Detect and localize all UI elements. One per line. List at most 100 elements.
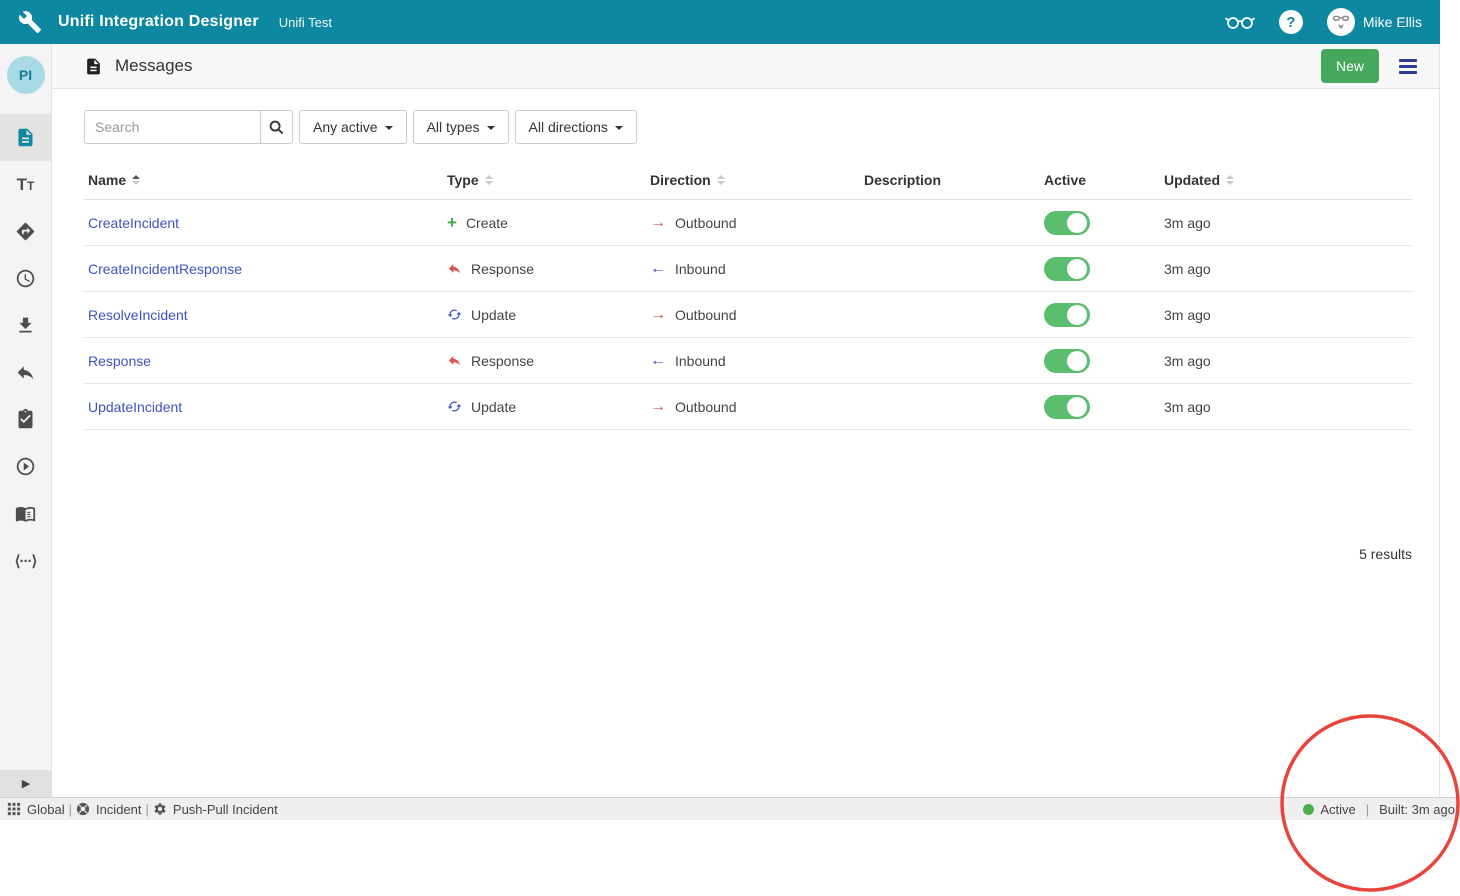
direction-label: Outbound (675, 307, 737, 323)
column-header-type[interactable]: Type (443, 172, 646, 188)
sidebar-item-directions[interactable] (0, 208, 52, 255)
sync-icon (447, 399, 462, 414)
help-icon[interactable]: ? (1279, 10, 1303, 34)
active-toggle[interactable] (1044, 211, 1090, 235)
incident-icon (76, 802, 90, 816)
workspace-name[interactable]: Unifi Test (279, 15, 332, 30)
type-label: Create (466, 215, 508, 231)
main-content: Messages New Any active All types (52, 44, 1440, 797)
updated-cell: 3m ago (1160, 399, 1412, 415)
type-cell: Update (443, 307, 646, 323)
status-label: Active (1320, 802, 1355, 817)
scope-indicator[interactable]: Global (7, 802, 65, 817)
status-dot-icon (1303, 804, 1314, 815)
updated-cell: 3m ago (1160, 215, 1412, 231)
column-header-direction[interactable]: Direction (646, 172, 860, 188)
plus-icon: + (447, 214, 457, 231)
type-filter-dropdown[interactable]: All types (413, 110, 509, 144)
new-button[interactable]: New (1321, 49, 1379, 83)
active-toggle[interactable] (1044, 349, 1090, 373)
sidebar-expand-button[interactable]: ▶ (0, 770, 52, 797)
user-menu[interactable]: Mike Ellis (1327, 8, 1422, 36)
chevron-down-icon (487, 126, 495, 130)
table-row: CreateIncidentResponse Response ← Inboun… (84, 246, 1412, 292)
direction-label: Outbound (675, 399, 737, 415)
sort-icon (1226, 175, 1234, 185)
message-name-link[interactable]: CreateIncidentResponse (88, 261, 242, 277)
top-bar: Unifi Integration Designer Unifi Test ? (0, 0, 1440, 44)
chevron-down-icon (615, 126, 623, 130)
separator: | (1366, 802, 1369, 817)
sidebar-item-responses[interactable] (0, 349, 52, 396)
clipboard-check-icon (15, 409, 36, 430)
sidebar: PI TT ⟨···⟩ (0, 44, 52, 770)
table-row: CreateIncident + Create → Outbound 3m ag… (84, 200, 1412, 246)
table-row: UpdateIncident Update → Outbound 3m ago (84, 384, 1412, 430)
search-input[interactable] (84, 110, 260, 144)
column-header-description: Description (860, 172, 1040, 188)
wrench-icon (18, 10, 42, 34)
active-toggle[interactable] (1044, 395, 1090, 419)
active-toggle[interactable] (1044, 303, 1090, 327)
direction-cell: ← Inbound (646, 261, 860, 277)
message-name-link[interactable]: ResolveIncident (88, 307, 188, 323)
reply-icon (15, 362, 36, 383)
arrow-right-icon: → (650, 399, 666, 415)
built-label: Built: 3m ago (1379, 802, 1455, 817)
message-name-link[interactable]: CreateIncident (88, 215, 179, 231)
app-title: Unifi Integration Designer (58, 13, 259, 31)
grid-icon (7, 802, 21, 816)
column-header-active: Active (1040, 172, 1160, 188)
sidebar-item-tasks[interactable] (0, 396, 52, 443)
results-count: 5 results (84, 546, 1412, 562)
direction-cell: → Outbound (646, 215, 860, 231)
status-bar: Global | Incident | Push-Pull Incident A… (0, 797, 1460, 820)
filter-toolbar: Any active All types All directions (84, 110, 1439, 144)
build-status: Active | Built: 3m ago (1303, 802, 1455, 817)
active-filter-dropdown[interactable]: Any active (299, 110, 407, 144)
type-cell: Update (443, 399, 646, 415)
messages-table: Name Type Direction Description Active (84, 160, 1412, 562)
sidebar-item-scheduled[interactable] (0, 255, 52, 302)
column-header-updated[interactable]: Updated (1160, 172, 1412, 188)
sidebar-item-fields[interactable]: TT (0, 161, 52, 208)
code-icon: ⟨···⟩ (15, 552, 37, 570)
type-cell: Response (443, 353, 646, 369)
message-name-link[interactable]: UpdateIncident (88, 399, 182, 415)
sync-icon (447, 307, 462, 322)
direction-label: Outbound (675, 215, 737, 231)
download-icon (15, 315, 36, 336)
arrow-left-icon: ← (650, 261, 666, 277)
direction-cell: ← Inbound (646, 353, 860, 369)
table-body: CreateIncident + Create → Outbound 3m ag… (84, 200, 1412, 430)
page-title: Messages (115, 56, 192, 76)
table-row: ResolveIncident Update → Outbound 3m ago (84, 292, 1412, 338)
separator: | (69, 802, 72, 817)
process-indicator[interactable]: Push-Pull Incident (153, 802, 278, 817)
message-name-link[interactable]: Response (88, 353, 151, 369)
sidebar-item-run[interactable] (0, 443, 52, 490)
search-button[interactable] (260, 110, 293, 144)
sidebar-item-api[interactable]: ⟨···⟩ (0, 537, 52, 584)
record-indicator[interactable]: Incident (76, 802, 142, 817)
type-cell: + Create (443, 214, 646, 231)
type-label: Response (471, 353, 534, 369)
sidebar-item-inbound[interactable] (0, 302, 52, 349)
app-window: Unifi Integration Designer Unifi Test ? (0, 0, 1460, 896)
document-icon (15, 127, 36, 148)
menu-icon[interactable] (1399, 56, 1417, 77)
reply-icon (447, 261, 462, 276)
integration-avatar[interactable]: PI (7, 56, 45, 94)
direction-cell: → Outbound (646, 307, 860, 323)
page-header: Messages New (52, 44, 1439, 89)
column-header-name[interactable]: Name (84, 172, 443, 188)
direction-label: Inbound (675, 261, 726, 277)
text-fields-icon: TT (17, 175, 35, 195)
preview-glasses-icon[interactable] (1225, 13, 1255, 31)
sort-icon (132, 175, 140, 185)
separator: | (146, 802, 149, 817)
direction-filter-dropdown[interactable]: All directions (515, 110, 637, 144)
sidebar-item-messages[interactable] (0, 114, 52, 161)
active-toggle[interactable] (1044, 257, 1090, 281)
sidebar-item-documentation[interactable] (0, 490, 52, 537)
